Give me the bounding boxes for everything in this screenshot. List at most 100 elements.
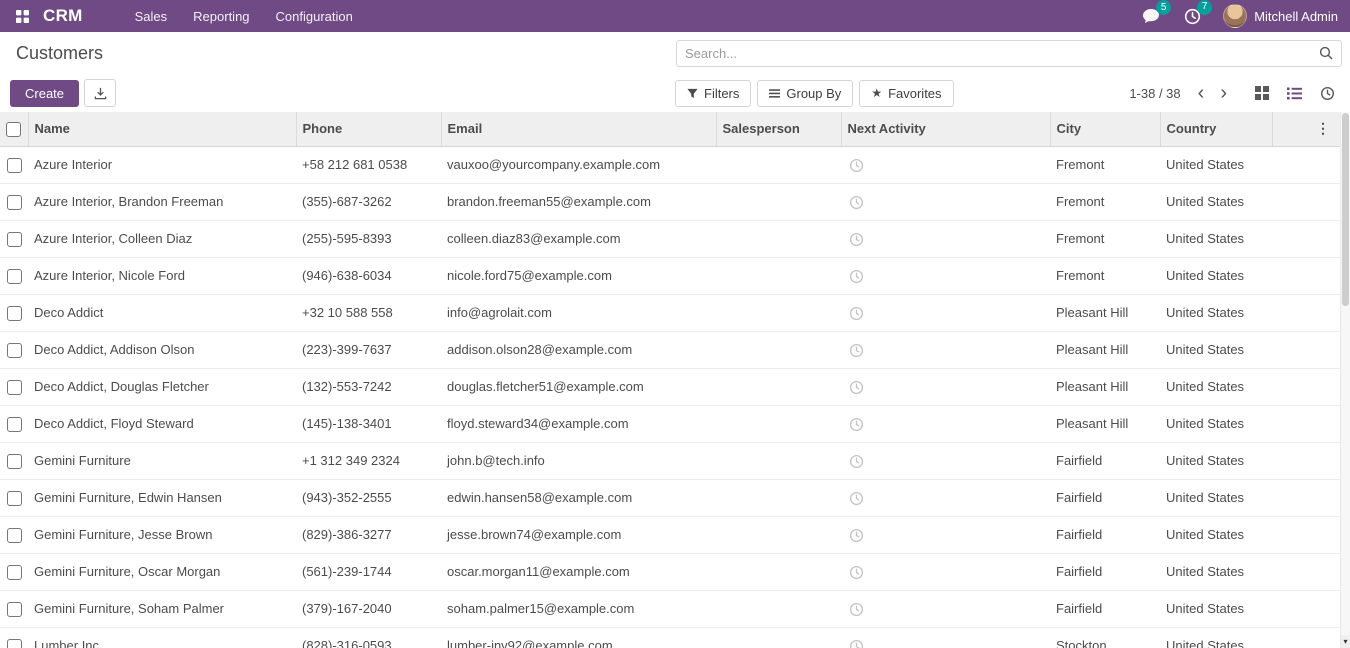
- cell-filler: [1272, 516, 1340, 553]
- table-row[interactable]: Gemini Furniture, Jesse Brown (829)-386-…: [0, 516, 1340, 553]
- row-checkbox[interactable]: [7, 269, 22, 284]
- optional-columns-toggle[interactable]: ⋮: [1312, 120, 1334, 137]
- filter-funnel-icon: [687, 88, 698, 99]
- cell-next-activity[interactable]: [841, 146, 1050, 183]
- table-row[interactable]: Azure Interior, Nicole Ford (946)-638-60…: [0, 257, 1340, 294]
- table-row[interactable]: Deco Addict, Floyd Steward (145)-138-340…: [0, 405, 1340, 442]
- cell-city: Pleasant Hill: [1050, 294, 1160, 331]
- column-header-name[interactable]: Name: [28, 112, 296, 146]
- scrollbar-down-arrow[interactable]: ▾: [1341, 635, 1350, 648]
- app-title[interactable]: CRM: [43, 6, 83, 26]
- column-header-email[interactable]: Email: [441, 112, 716, 146]
- group-by-button[interactable]: Group By: [757, 80, 853, 107]
- menu-item-sales[interactable]: Sales: [131, 7, 172, 26]
- table-row[interactable]: Gemini Furniture, Oscar Morgan (561)-239…: [0, 553, 1340, 590]
- row-checkbox[interactable]: [7, 491, 22, 506]
- pager-previous-button[interactable]: ‹: [1191, 85, 1212, 101]
- activities-button[interactable]: 7: [1182, 6, 1203, 27]
- user-name: Mitchell Admin: [1254, 9, 1338, 24]
- column-header-next-activity[interactable]: Next Activity: [841, 112, 1050, 146]
- pager-next-button[interactable]: ›: [1213, 85, 1234, 101]
- table-row[interactable]: Deco Addict +32 10 588 558 info@agrolait…: [0, 294, 1340, 331]
- cell-next-activity[interactable]: [841, 331, 1050, 368]
- right-actions: Filters Group By ★ Favorites 1-38 / 38 ‹…: [675, 80, 1350, 107]
- export-button[interactable]: [84, 79, 116, 107]
- row-checkbox[interactable]: [7, 565, 22, 580]
- schedule-activity-clock-icon: [849, 491, 864, 506]
- cell-next-activity[interactable]: [841, 294, 1050, 331]
- cell-country: United States: [1160, 442, 1272, 479]
- row-checkbox[interactable]: [7, 602, 22, 617]
- table-row[interactable]: Lumber Inc (828)-316-0593 lumber-inv92@e…: [0, 627, 1340, 648]
- cell-next-activity[interactable]: [841, 405, 1050, 442]
- schedule-activity-clock-icon: [849, 602, 864, 617]
- column-header-salesperson[interactable]: Salesperson: [716, 112, 841, 146]
- row-checkbox[interactable]: [7, 195, 22, 210]
- row-checkbox[interactable]: [7, 306, 22, 321]
- filters-button[interactable]: Filters: [675, 80, 751, 107]
- row-checkbox[interactable]: [7, 454, 22, 469]
- user-menu[interactable]: Mitchell Admin: [1223, 4, 1340, 28]
- cell-next-activity[interactable]: [841, 553, 1050, 590]
- list-view-button[interactable]: [1280, 84, 1309, 103]
- scrollbar-thumb[interactable]: [1342, 113, 1349, 306]
- table-row[interactable]: Deco Addict, Addison Olson (223)-399-763…: [0, 331, 1340, 368]
- star-icon: ★: [871, 87, 882, 99]
- cell-filler: [1272, 146, 1340, 183]
- cell-filler: [1272, 479, 1340, 516]
- activity-view-button[interactable]: [1313, 83, 1342, 104]
- column-header-phone[interactable]: Phone: [296, 112, 441, 146]
- column-header-country[interactable]: Country: [1160, 112, 1272, 146]
- table-row[interactable]: Deco Addict, Douglas Fletcher (132)-553-…: [0, 368, 1340, 405]
- cell-next-activity[interactable]: [841, 479, 1050, 516]
- messages-badge: 5: [1156, 0, 1171, 15]
- row-checkbox[interactable]: [7, 528, 22, 543]
- cell-next-activity[interactable]: [841, 627, 1050, 648]
- row-checkbox[interactable]: [7, 639, 22, 648]
- table-row[interactable]: Gemini Furniture, Soham Palmer (379)-167…: [0, 590, 1340, 627]
- avatar: [1223, 4, 1247, 28]
- row-checkbox[interactable]: [7, 343, 22, 358]
- cell-email: vauxoo@yourcompany.example.com: [441, 146, 716, 183]
- control-panel-top: Customers: [0, 32, 1350, 74]
- row-checkbox[interactable]: [7, 380, 22, 395]
- cell-country: United States: [1160, 405, 1272, 442]
- cell-salesperson: [716, 479, 841, 516]
- menu-item-reporting[interactable]: Reporting: [189, 7, 253, 26]
- column-header-city[interactable]: City: [1050, 112, 1160, 146]
- cell-next-activity[interactable]: [841, 368, 1050, 405]
- cell-next-activity[interactable]: [841, 442, 1050, 479]
- select-all-checkbox[interactable]: [6, 122, 21, 137]
- row-checkbox[interactable]: [7, 417, 22, 432]
- create-button[interactable]: Create: [10, 80, 79, 107]
- cell-salesperson: [716, 516, 841, 553]
- search-button[interactable]: [1319, 46, 1333, 60]
- cell-phone: (132)-553-7242: [296, 368, 441, 405]
- cell-country: United States: [1160, 257, 1272, 294]
- cell-name: Gemini Furniture: [28, 442, 296, 479]
- schedule-activity-clock-icon: [849, 639, 864, 648]
- cell-next-activity[interactable]: [841, 516, 1050, 553]
- cell-next-activity[interactable]: [841, 590, 1050, 627]
- table-row[interactable]: Gemini Furniture, Edwin Hansen (943)-352…: [0, 479, 1340, 516]
- kanban-view-button[interactable]: [1248, 83, 1276, 103]
- top-navbar: CRM Sales Reporting Configuration 5 7 Mi…: [0, 0, 1350, 32]
- row-checkbox[interactable]: [7, 158, 22, 173]
- table-row[interactable]: Azure Interior, Brandon Freeman (355)-68…: [0, 183, 1340, 220]
- apps-menu-button[interactable]: [10, 4, 34, 28]
- search-input[interactable]: [685, 46, 1319, 61]
- cell-next-activity[interactable]: [841, 220, 1050, 257]
- row-checkbox[interactable]: [7, 232, 22, 247]
- messages-button[interactable]: 5: [1140, 6, 1162, 26]
- schedule-activity-clock-icon: [849, 158, 864, 173]
- table-row[interactable]: Azure Interior +58 212 681 0538 vauxoo@y…: [0, 146, 1340, 183]
- table-row[interactable]: Gemini Furniture +1 312 349 2324 john.b@…: [0, 442, 1340, 479]
- cell-salesperson: [716, 331, 841, 368]
- cell-country: United States: [1160, 553, 1272, 590]
- favorites-button[interactable]: ★ Favorites: [859, 80, 953, 107]
- menu-item-configuration[interactable]: Configuration: [272, 7, 357, 26]
- cell-next-activity[interactable]: [841, 257, 1050, 294]
- cell-name: Gemini Furniture, Oscar Morgan: [28, 553, 296, 590]
- cell-next-activity[interactable]: [841, 183, 1050, 220]
- table-row[interactable]: Azure Interior, Colleen Diaz (255)-595-8…: [0, 220, 1340, 257]
